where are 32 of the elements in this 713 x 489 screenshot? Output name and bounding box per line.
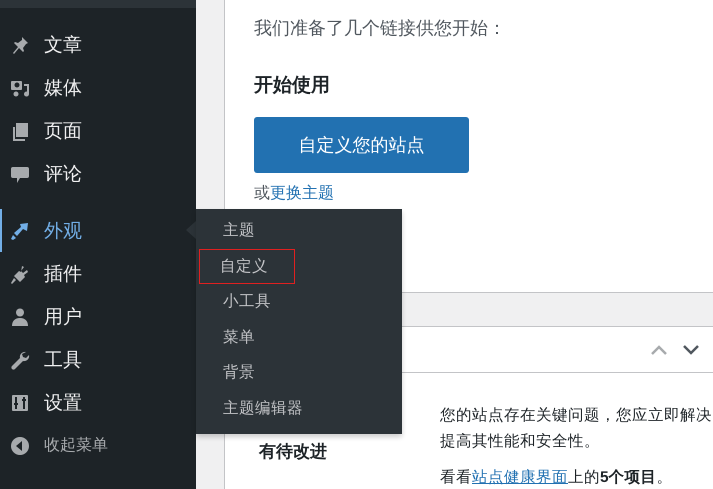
plug-icon bbox=[10, 264, 30, 284]
sidebar-item[interactable]: 评论 bbox=[0, 152, 196, 195]
arrow-circle-icon bbox=[10, 436, 30, 456]
chevron-down-icon[interactable] bbox=[681, 342, 701, 356]
health-summary: 看看站点健康界面上的5个项目。 bbox=[440, 468, 674, 488]
sidebar-item[interactable]: 设置 bbox=[0, 381, 196, 424]
sidebar-item[interactable]: 用户 bbox=[0, 295, 196, 338]
sidebar-item[interactable]: 页面 bbox=[0, 109, 196, 152]
submenu-item[interactable]: 菜单 bbox=[199, 320, 402, 355]
sidebar-item[interactable]: 媒体 bbox=[0, 66, 196, 109]
pin-icon bbox=[10, 34, 30, 54]
sidebar-item[interactable]: 工具 bbox=[0, 338, 196, 381]
health-message: 您的站点存在关键问题，您应立即解决 提高其性能和安全性。 bbox=[440, 406, 713, 452]
submenu-item[interactable]: 小工具 bbox=[199, 284, 402, 320]
wrench-icon bbox=[10, 350, 30, 370]
collapse-menu-button[interactable]: 收起菜单 bbox=[0, 424, 196, 467]
submenu-item[interactable]: 背景 bbox=[199, 355, 402, 390]
person-icon bbox=[10, 306, 30, 326]
sliders-icon bbox=[10, 392, 30, 412]
submenu-item[interactable]: 主题 bbox=[199, 213, 402, 248]
customize-site-button[interactable]: 自定义您的站点 bbox=[254, 117, 469, 173]
sidebar-item[interactable]: 文章 bbox=[0, 23, 196, 66]
site-health-link[interactable]: 站点健康界面 bbox=[472, 469, 568, 486]
or-text: 或 bbox=[254, 185, 270, 202]
change-theme-link[interactable]: 更换主题 bbox=[270, 185, 334, 202]
submenu-item[interactable]: 主题编辑器 bbox=[199, 390, 402, 426]
welcome-subtitle: 我们准备了几个链接供您开始： bbox=[254, 17, 507, 40]
sidebar-item[interactable]: 插件 bbox=[0, 252, 196, 295]
pages-icon bbox=[10, 120, 30, 140]
submenu-item[interactable]: 自定义 bbox=[199, 248, 295, 284]
section-heading: 开始使用 bbox=[254, 74, 331, 98]
health-status: 有待改进 bbox=[258, 441, 328, 463]
